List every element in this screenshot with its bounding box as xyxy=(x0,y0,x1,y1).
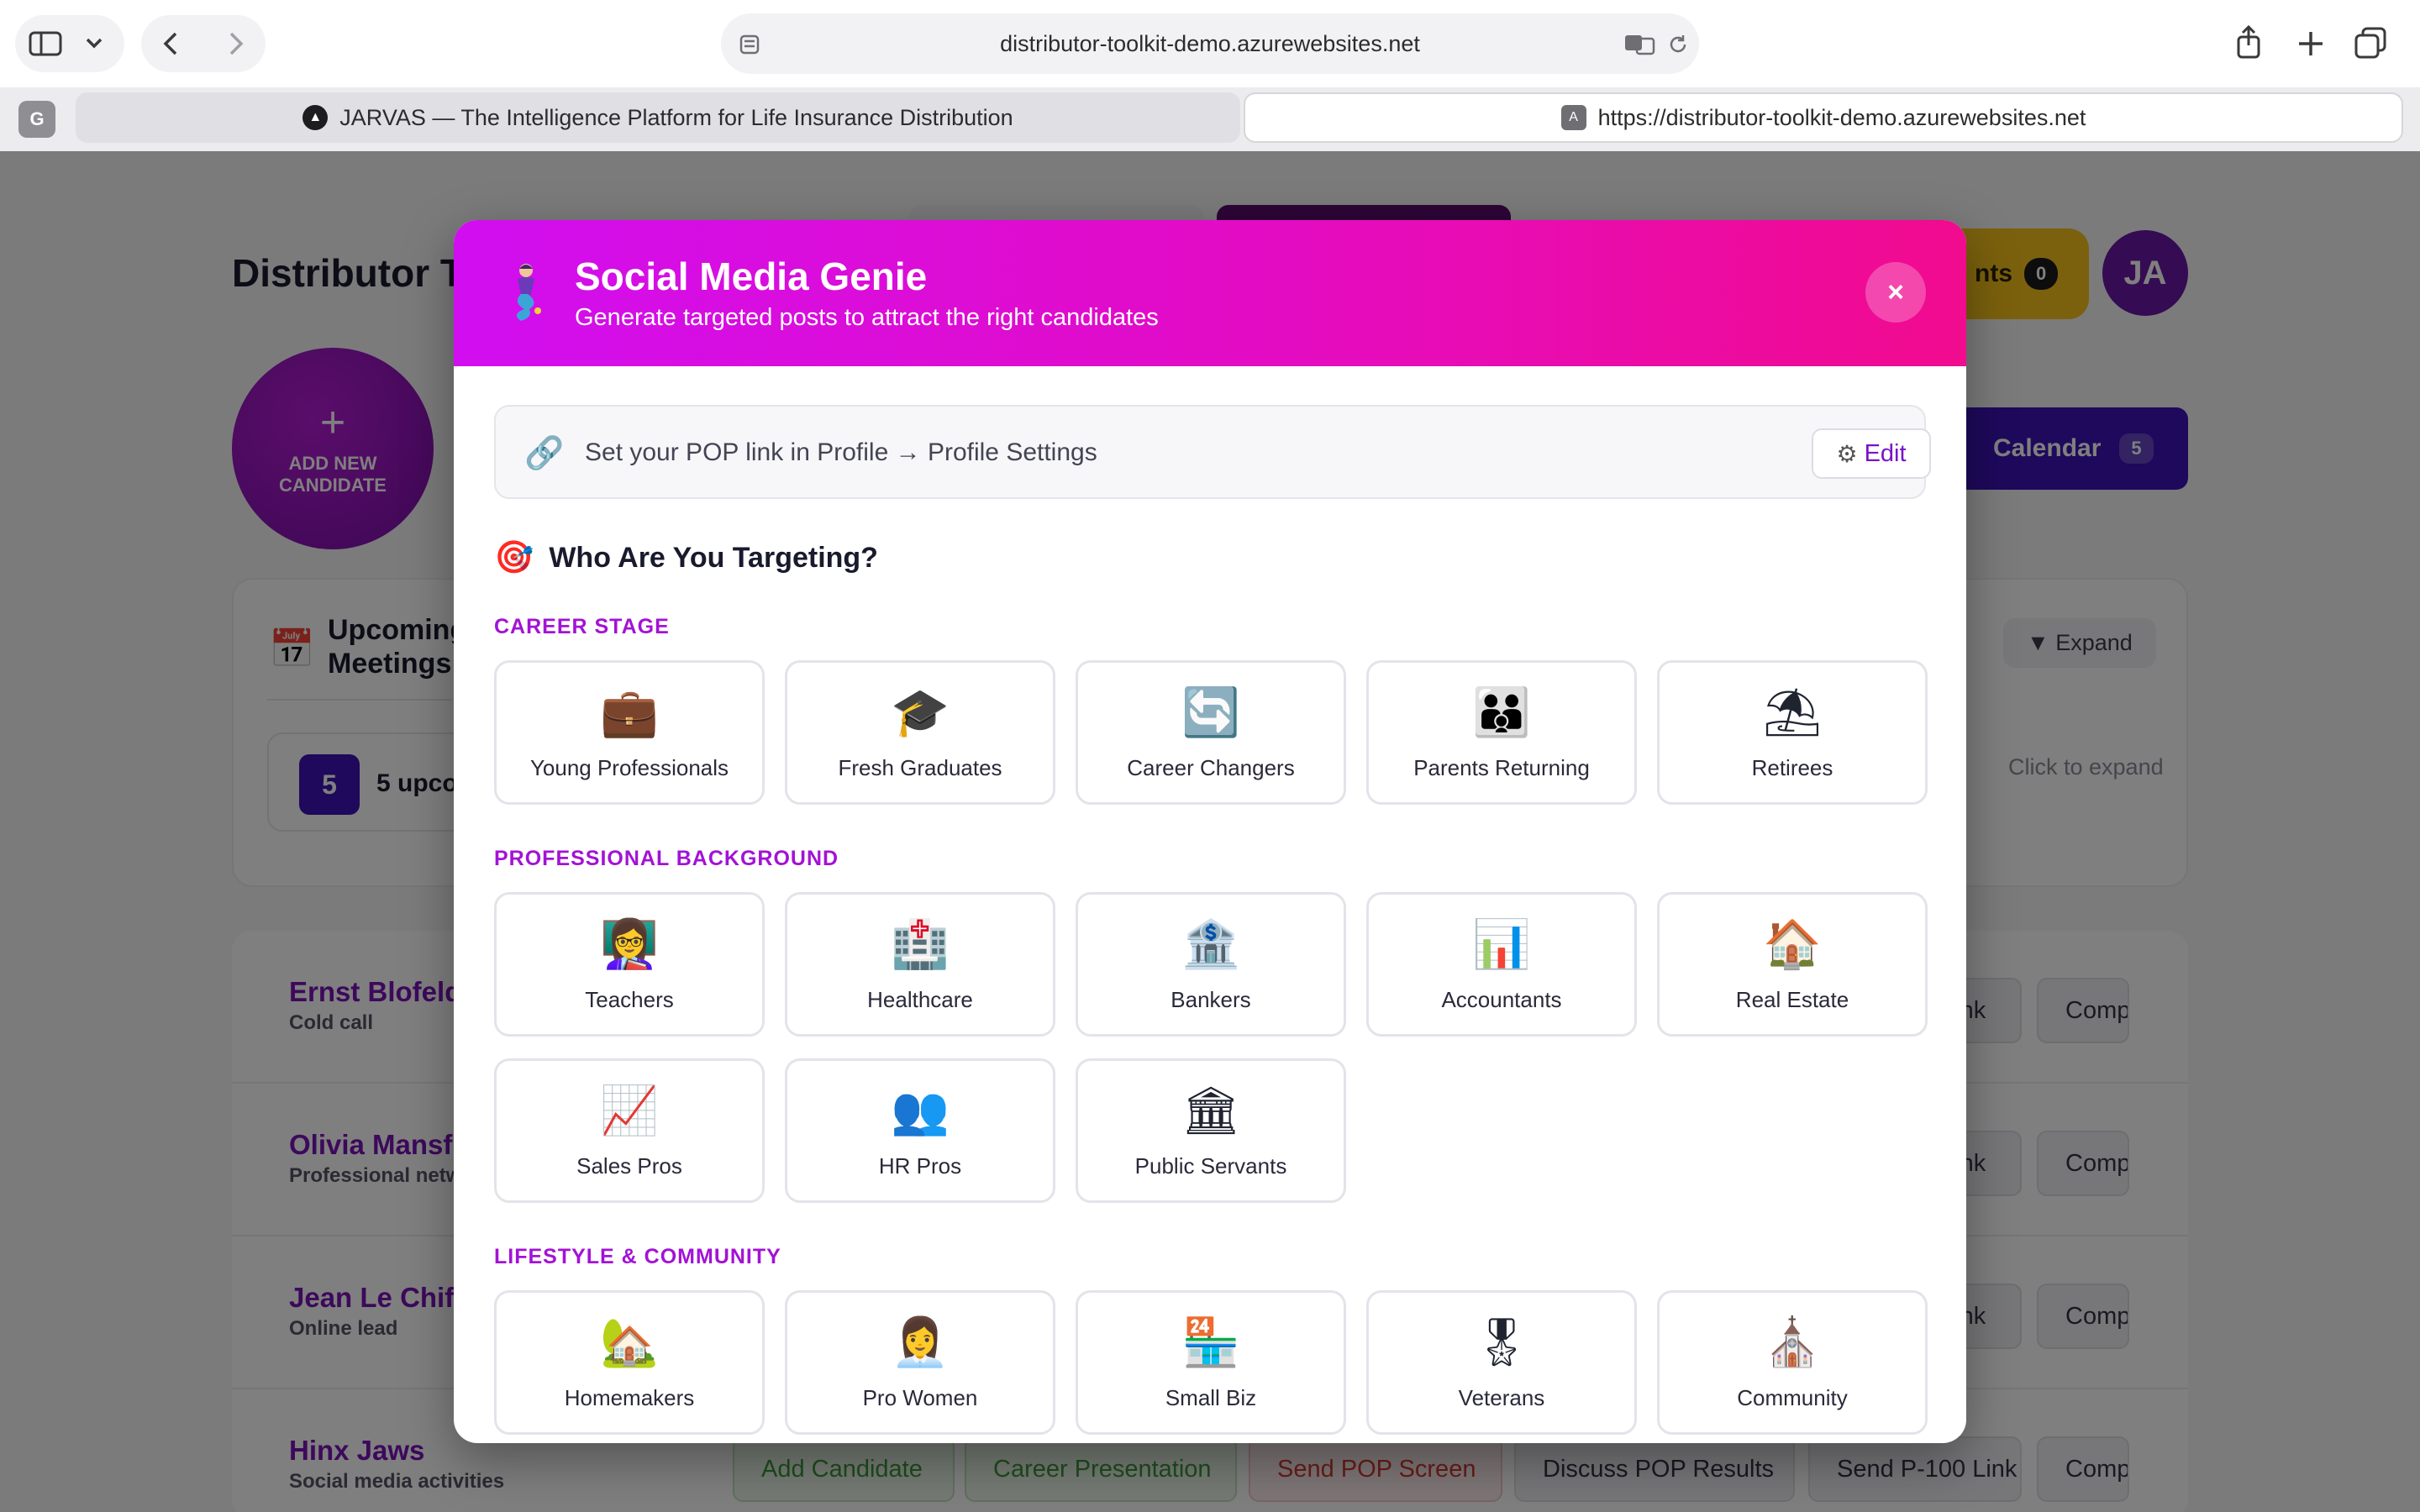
option-pro-women[interactable]: 👩‍💼 Pro Women xyxy=(785,1290,1055,1435)
close-icon: × xyxy=(1887,276,1904,308)
tab-group-icon[interactable]: G xyxy=(18,101,55,138)
option-parents-returning[interactable]: 👪 Parents Returning xyxy=(1366,660,1637,805)
option-label: Fresh Graduates xyxy=(838,755,1002,780)
option-career-changers[interactable]: 🔄 Career Changers xyxy=(1076,660,1346,805)
option-label: Teachers xyxy=(585,987,674,1012)
sidebar-toggle-button[interactable] xyxy=(15,15,124,72)
option-label: Accountants xyxy=(1441,987,1562,1012)
option-community[interactable]: ⛪ Community xyxy=(1657,1290,1928,1435)
site-favicon-icon: A xyxy=(1560,105,1586,130)
targeting-heading: 🎯 Who Are You Targeting? xyxy=(494,539,878,576)
graduation-cap-icon: 🎓 xyxy=(891,685,950,740)
modal-title: Social Media Genie xyxy=(575,255,928,298)
gear-icon: ⚙ xyxy=(1836,440,1858,467)
forward-icon[interactable] xyxy=(218,27,251,60)
share-icon[interactable] xyxy=(2232,24,2265,60)
option-young-professionals[interactable]: 💼 Young Professionals xyxy=(494,660,765,805)
tab-distributor-toolkit[interactable]: A https://distributor-toolkit-demo.azure… xyxy=(1244,92,2403,143)
church-icon: ⛪ xyxy=(1763,1315,1822,1370)
option-label: Community xyxy=(1737,1385,1848,1410)
option-label: Healthcare xyxy=(867,987,973,1012)
teacher-icon: 👩‍🏫 xyxy=(600,917,659,972)
tab-label: JARVAS — The Intelligence Platform for L… xyxy=(339,104,1013,130)
store-icon: 🏪 xyxy=(1181,1315,1240,1370)
pop-link-banner: 🔗 Set your POP link in Profile → Profile… xyxy=(494,405,1931,499)
option-fresh-graduates[interactable]: 🎓 Fresh Graduates xyxy=(785,660,1055,805)
option-label: Pro Women xyxy=(862,1385,978,1410)
tab-group-label: G xyxy=(29,108,45,129)
people-icon: 👥 xyxy=(891,1084,950,1138)
page-menu-icon[interactable] xyxy=(738,32,763,57)
jarvas-favicon-icon: ▲ xyxy=(302,105,329,130)
address-bar[interactable]: distributor-toolkit-demo.azurewebsites.n… xyxy=(721,13,1699,74)
section-label-career-stage: CAREER STAGE xyxy=(494,615,670,638)
navigation-buttons xyxy=(141,15,266,72)
url-text: distributor-toolkit-demo.azurewebsites.n… xyxy=(1000,30,1420,56)
bar-chart-icon: 📊 xyxy=(1472,917,1531,972)
section-label-lifestyle-community: LIFESTYLE & COMMUNITY xyxy=(494,1245,781,1268)
trending-up-icon: 📈 xyxy=(600,1084,659,1138)
option-label: Career Changers xyxy=(1127,755,1295,780)
family-icon: 👪 xyxy=(1472,685,1531,740)
option-real-estate[interactable]: 🏠 Real Estate xyxy=(1657,892,1928,1037)
option-veterans[interactable]: 🎖 Veterans xyxy=(1366,1290,1637,1435)
browser-toolbar: distributor-toolkit-demo.azurewebsites.n… xyxy=(0,0,2420,87)
modal-header: Social Media Genie Generate targeted pos… xyxy=(454,220,1966,366)
targeting-heading-text: Who Are You Targeting? xyxy=(549,541,878,574)
bank-icon: 🏦 xyxy=(1181,917,1240,972)
option-teachers[interactable]: 👩‍🏫 Teachers xyxy=(494,892,765,1037)
link-icon: 🔗 xyxy=(524,436,565,471)
option-sales-pros[interactable]: 📈 Sales Pros xyxy=(494,1058,765,1203)
modal-subtitle: Generate targeted posts to attract the r… xyxy=(575,304,1159,331)
briefcase-icon: 💼 xyxy=(600,685,659,740)
option-homemakers[interactable]: 🏡 Homemakers xyxy=(494,1290,765,1435)
sidebar-icon xyxy=(29,31,62,56)
house-icon: 🏠 xyxy=(1763,917,1822,972)
tab-label: https://distributor-toolkit-demo.azurewe… xyxy=(1597,104,2086,130)
beach-umbrella-icon: ⛱ xyxy=(1762,685,1823,740)
option-accountants[interactable]: 📊 Accountants xyxy=(1366,892,1637,1037)
option-label: Veterans xyxy=(1458,1385,1545,1410)
option-label: Small Biz xyxy=(1165,1385,1257,1410)
tab-bar: G ▲ JARVAS — The Intelligence Platform f… xyxy=(0,87,2420,151)
hospital-icon: 🏥 xyxy=(891,917,950,972)
medal-icon: 🎖 xyxy=(1471,1315,1532,1370)
tab-jarvas[interactable]: ▲ JARVAS — The Intelligence Platform for… xyxy=(76,92,1240,143)
option-public-servants[interactable]: 🏛 Public Servants xyxy=(1076,1058,1346,1203)
house-garden-icon: 🏡 xyxy=(600,1315,659,1370)
translate-icon[interactable] xyxy=(1623,32,1657,57)
close-button[interactable]: × xyxy=(1865,262,1926,323)
option-label: Bankers xyxy=(1171,987,1251,1012)
option-bankers[interactable]: 🏦 Bankers xyxy=(1076,892,1346,1037)
back-icon[interactable] xyxy=(155,27,189,60)
reload-icon[interactable] xyxy=(1665,32,1691,57)
edit-label: Edit xyxy=(1864,439,1907,467)
option-small-biz[interactable]: 🏪 Small Biz xyxy=(1076,1290,1346,1435)
section-label-professional-background: PROFESSIONAL BACKGROUND xyxy=(494,847,839,870)
classical-building-icon: 🏛 xyxy=(1181,1084,1241,1138)
refresh-icon: 🔄 xyxy=(1181,685,1240,740)
option-label: HR Pros xyxy=(878,1153,962,1179)
genie-icon xyxy=(516,264,541,321)
option-label: Homemakers xyxy=(564,1385,695,1410)
option-hr-pros[interactable]: 👥 HR Pros xyxy=(785,1058,1055,1203)
target-icon: 🎯 xyxy=(494,540,534,575)
option-label: Retirees xyxy=(1751,755,1833,780)
social-media-genie-modal: Social Media Genie Generate targeted pos… xyxy=(454,220,1966,1443)
option-label: Real Estate xyxy=(1735,987,1849,1012)
option-label: Young Professionals xyxy=(529,755,729,780)
edit-button[interactable]: ⚙ Edit xyxy=(1812,428,1931,479)
option-healthcare[interactable]: 🏥 Healthcare xyxy=(785,892,1055,1037)
chevron-down-icon[interactable] xyxy=(77,30,111,57)
new-tab-icon[interactable] xyxy=(2294,27,2328,60)
option-label: Sales Pros xyxy=(576,1153,682,1179)
tab-overview-icon[interactable] xyxy=(2353,25,2390,62)
option-retirees[interactable]: ⛱ Retirees xyxy=(1657,660,1928,805)
pop-link-message: Set your POP link in Profile → Profile S… xyxy=(585,438,1097,466)
businesswoman-icon: 👩‍💼 xyxy=(891,1315,950,1370)
option-label: Parents Returning xyxy=(1413,755,1590,780)
option-label: Public Servants xyxy=(1134,1153,1287,1179)
